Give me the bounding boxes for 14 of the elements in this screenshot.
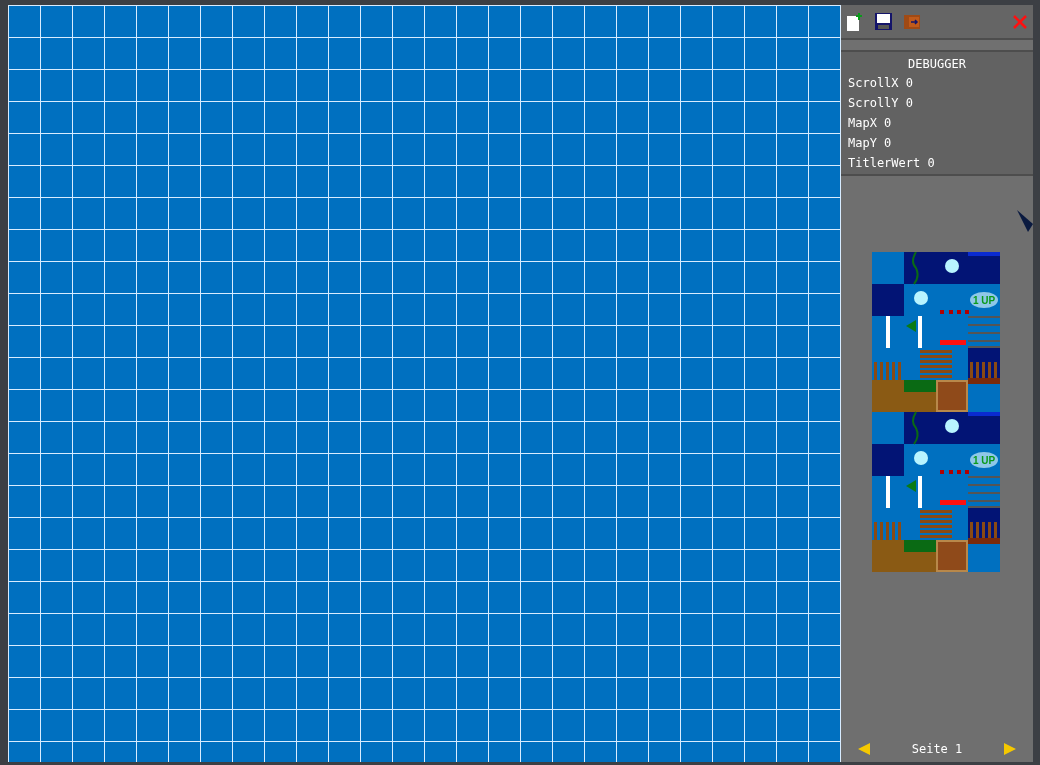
debug-value: MapY 0 [848,135,893,152]
new-file-icon[interactable] [847,12,863,31]
debug-value: ScrollY 0 [848,95,915,112]
debugger-title: DEBUGGER [907,56,967,73]
grid-canvas[interactable] [8,5,841,762]
debug-value: TitlerWert 0 [848,155,936,172]
save-icon[interactable] [875,13,892,30]
previous-page-icon[interactable] [858,743,870,755]
next-page-icon[interactable] [1004,743,1016,755]
pointer-arrow-icon [1017,210,1033,232]
debug-value: MapX 0 [848,115,893,132]
debug-value: ScrollX 0 [848,75,915,92]
page-label: Seite 1 [911,741,963,758]
exit-door-icon[interactable] [904,14,920,29]
